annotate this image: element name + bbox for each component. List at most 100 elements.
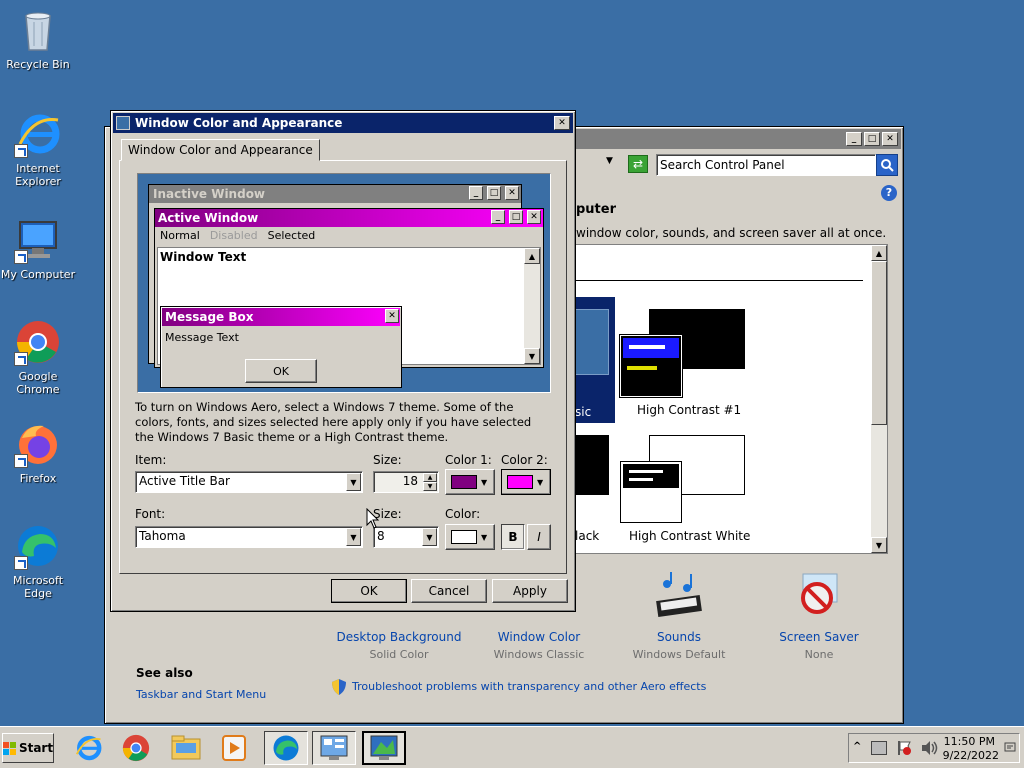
clock-time[interactable]: 11:50 PM: [944, 735, 995, 748]
preview-msgbox-ok: OK: [245, 359, 317, 383]
sounds-link[interactable]: Sounds: [614, 630, 744, 644]
chrome-icon: [122, 734, 150, 762]
font-size-select[interactable]: 8 ▼: [373, 526, 439, 548]
spin-down-icon[interactable]: ▼: [423, 482, 437, 491]
minimize-button[interactable]: _: [846, 132, 862, 146]
theme-label-high-contrast-white: High Contrast White: [629, 529, 751, 543]
refresh-icon[interactable]: ⇄: [628, 155, 648, 173]
desktop-icon-google-chrome[interactable]: Google Chrome: [0, 318, 76, 396]
cancel-button[interactable]: Cancel: [411, 579, 487, 603]
item-size-label: Size:: [373, 453, 402, 467]
taskbar-chrome[interactable]: [114, 731, 158, 765]
desktop-icon-microsoft-edge[interactable]: Microsoft Edge: [0, 522, 76, 600]
theme-item-high-contrast-white[interactable]: High Contrast White: [619, 433, 759, 545]
control-panel-icon: [320, 735, 348, 760]
tab-window-color-and-appearance[interactable]: Window Color and Appearance: [121, 139, 320, 161]
taskbar-display-settings[interactable]: [362, 731, 406, 765]
taskbar-explorer[interactable]: [164, 731, 208, 765]
theme-divider: [575, 280, 863, 281]
start-button[interactable]: Start: [2, 733, 54, 763]
color2-swatch: [507, 475, 533, 489]
theme-list-scrollbar[interactable]: ▲ ▼: [871, 245, 887, 553]
window-color-dialog: Window Color and Appearance ✕ Window Col…: [110, 110, 576, 612]
color2-label: Color 2:: [501, 453, 548, 467]
theme-item-high-contrast-black[interactable]: lack: [575, 433, 615, 543]
show-hidden-icons-icon[interactable]: ^: [853, 741, 861, 752]
screen-saver-link[interactable]: Screen Saver: [754, 630, 884, 644]
item-select[interactable]: Active Title Bar ▼: [135, 471, 363, 493]
color2-button[interactable]: ▼: [501, 469, 551, 495]
chrome-icon: [14, 318, 62, 366]
preview-msgbox-title: Message Box: [165, 310, 254, 324]
item-select-value: Active Title Bar: [139, 474, 230, 488]
desktop-icon-recycle-bin[interactable]: Recycle Bin: [0, 6, 76, 71]
troubleshoot-aero-link[interactable]: Troubleshoot problems with transparency …: [352, 680, 706, 693]
personalize-description: window color, sounds, and screen saver a…: [576, 226, 887, 240]
firefox-icon: [14, 420, 62, 468]
close-button[interactable]: ✕: [882, 132, 898, 146]
action-center-flag-icon[interactable]: [897, 740, 911, 756]
my-computer-icon: [14, 216, 62, 264]
spin-up-icon[interactable]: ▲: [423, 473, 437, 482]
bold-button[interactable]: B: [501, 524, 525, 550]
theme-list: sic High Contrast #1 lack High Contrast …: [574, 244, 888, 554]
clock-date[interactable]: 9/22/2022: [943, 749, 999, 762]
color1-button[interactable]: ▼: [445, 469, 495, 495]
desktop-icon-label: Google Chrome: [16, 370, 60, 396]
scroll-thumb[interactable]: [871, 261, 887, 425]
sounds-icon: [653, 570, 705, 622]
taskbar-control-panel[interactable]: [312, 731, 356, 765]
chevron-down-icon[interactable]: ▼: [422, 528, 437, 546]
screen-saver-icon: [793, 570, 845, 622]
scroll-down-arrow[interactable]: ▼: [871, 537, 887, 553]
item-size-spinner[interactable]: 18 ▲ ▼: [373, 471, 439, 493]
scroll-up-arrow[interactable]: ▲: [871, 245, 887, 261]
font-color-button[interactable]: ▼: [445, 524, 495, 550]
screen-saver-item[interactable]: Screen Saver None: [754, 570, 884, 662]
chevron-down-icon[interactable]: ▼: [346, 473, 361, 491]
taskbar-start-menu-link[interactable]: Taskbar and Start Menu: [136, 688, 266, 701]
theme-item-basic-selected[interactable]: sic: [575, 297, 615, 423]
volume-icon[interactable]: [921, 740, 939, 756]
desktop-icon-my-computer[interactable]: My Computer: [0, 216, 76, 281]
explorer-folder-icon: [171, 735, 201, 760]
desktop-background-link[interactable]: Desktop Background: [334, 630, 464, 644]
desktop-icon-label: Internet Explorer: [15, 162, 61, 188]
desktop-icon-firefox[interactable]: Firefox: [0, 420, 76, 485]
italic-button[interactable]: I: [527, 524, 551, 550]
notification-icon[interactable]: [1004, 742, 1016, 754]
window-color-link[interactable]: Window Color: [474, 630, 604, 644]
sounds-item[interactable]: Sounds Windows Default: [614, 570, 744, 662]
internet-explorer-icon: [75, 735, 102, 761]
internet-explorer-icon: [14, 110, 62, 158]
desktop-icon-internet-explorer[interactable]: Internet Explorer: [0, 110, 76, 188]
preview-menu-normal: Normal: [160, 229, 200, 242]
windows-logo-icon: [2, 741, 16, 755]
theme-label-black: lack: [575, 529, 600, 543]
sounds-value: Windows Default: [632, 648, 726, 661]
search-input[interactable]: Search Control Panel: [656, 154, 876, 176]
theme-label-basic: sic: [575, 405, 592, 419]
search-icon[interactable]: [876, 154, 898, 176]
taskbar-internet-explorer[interactable]: [66, 731, 110, 765]
theme-item-high-contrast-1[interactable]: High Contrast #1: [619, 307, 749, 423]
preview-inactive-title: Inactive Window: [153, 187, 266, 201]
font-select-value: Tahoma: [139, 529, 186, 543]
screen-saver-value: None: [804, 648, 834, 661]
help-icon[interactable]: ?: [881, 185, 897, 201]
aero-info-text: To turn on Windows Aero, select a Window…: [135, 400, 532, 444]
taskbar-media-player[interactable]: [212, 731, 256, 765]
taskbar: Start ^ 11:50 PM 9/22/2022: [0, 726, 1024, 768]
font-select[interactable]: Tahoma ▼: [135, 526, 363, 548]
maximize-button[interactable]: □: [864, 132, 880, 146]
ok-button[interactable]: OK: [331, 579, 407, 603]
taskbar-edge[interactable]: [264, 731, 308, 765]
chevron-down-icon[interactable]: ▼: [346, 528, 361, 546]
dialog-close-button[interactable]: ✕: [554, 116, 570, 130]
network-icon[interactable]: [871, 741, 887, 755]
preview-scrollbar: ▲ ▼: [524, 248, 540, 364]
font-color-label: Color:: [445, 507, 481, 521]
apply-button[interactable]: Apply: [492, 579, 568, 603]
address-dropdown-arrow[interactable]: ▼: [606, 156, 613, 166]
start-label: Start: [18, 741, 54, 755]
